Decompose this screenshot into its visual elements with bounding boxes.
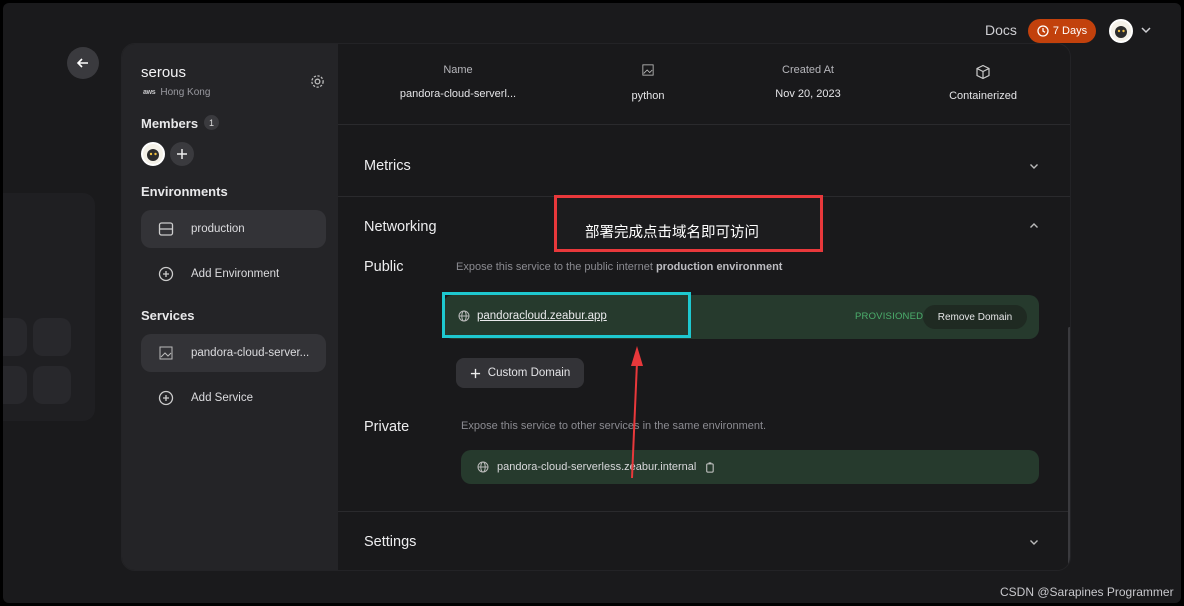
- docs-link[interactable]: Docs: [985, 22, 1017, 38]
- domain-highlight-box: [442, 292, 691, 338]
- private-hostname: pandora-cloud-serverless.zeabur.internal: [497, 461, 697, 473]
- divider: [338, 124, 1070, 125]
- chevron-down-icon[interactable]: [1028, 536, 1040, 548]
- globe-icon: [477, 461, 489, 473]
- members-count-badge: 1: [204, 115, 219, 130]
- environment-name: production environment: [655, 261, 783, 273]
- private-description: Expose this service to other services in…: [461, 420, 767, 432]
- canvas-tile: [33, 366, 71, 404]
- private-title: Private: [364, 419, 410, 435]
- custom-domain-label: Custom Domain: [487, 367, 571, 379]
- canvas-tile: [33, 318, 71, 356]
- custom-domain-button[interactable]: Custom Domain: [456, 358, 584, 388]
- service-language-info: python: [598, 64, 698, 102]
- avatar-cat-icon: [147, 149, 159, 161]
- service-item-pandora[interactable]: pandora-cloud-server...: [141, 334, 326, 372]
- service-info-row: Name pandora-cloud-serverl... python Cre…: [338, 44, 1070, 124]
- project-sidebar: serous aws Hong Kong Members 1 Environme…: [122, 44, 338, 570]
- plus-icon: [470, 368, 480, 378]
- copy-icon[interactable]: [704, 461, 715, 473]
- remove-domain-button[interactable]: Remove Domain: [923, 305, 1027, 329]
- chevron-up-icon[interactable]: [1028, 220, 1040, 232]
- server-icon: [158, 222, 174, 236]
- services-title: Services: [141, 308, 195, 323]
- project-region: aws Hong Kong: [143, 87, 210, 98]
- settings-section-header[interactable]: Settings: [364, 534, 416, 550]
- avatar-cat-icon: [1115, 26, 1127, 38]
- environments-title: Environments: [141, 184, 228, 199]
- plus-circle-icon: [158, 390, 174, 406]
- annotation-box: 部署完成点击域名即可访问: [554, 195, 823, 252]
- add-environment-button[interactable]: Add Environment: [141, 255, 326, 293]
- public-description: Expose this service to the public intern…: [456, 261, 783, 273]
- environment-item-production[interactable]: production: [141, 210, 326, 248]
- trial-badge[interactable]: 7 Days: [1028, 19, 1096, 43]
- aws-logo-icon: aws: [143, 89, 156, 96]
- region-label: Hong Kong: [160, 87, 211, 98]
- private-host-row: pandora-cloud-serverless.zeabur.internal: [461, 450, 1039, 484]
- language-value: python: [631, 90, 665, 102]
- networking-section-header[interactable]: Networking: [364, 219, 437, 235]
- trial-days: 7 Days: [1052, 25, 1088, 37]
- member-avatar[interactable]: [141, 142, 165, 166]
- clock-icon: [1037, 25, 1049, 37]
- add-member-button[interactable]: [170, 142, 194, 166]
- project-name: serous: [141, 64, 187, 81]
- created-label: Created At: [782, 64, 834, 76]
- watermark: CSDN @Sarapines Programmer: [1000, 585, 1174, 599]
- user-avatar[interactable]: [1109, 19, 1133, 43]
- domain-status-badge: PROVISIONED: [855, 311, 924, 322]
- plus-icon: [177, 149, 187, 159]
- runtime-value: Containerized: [949, 90, 1017, 102]
- add-environment-label: Add Environment: [191, 268, 280, 280]
- cube-icon: [976, 64, 990, 80]
- public-title: Public: [364, 259, 404, 275]
- environment-label: production: [191, 223, 245, 235]
- plus-circle-icon: [158, 266, 174, 282]
- annotation-text: 部署完成点击域名即可访问: [585, 225, 759, 241]
- scrollbar[interactable]: [1068, 327, 1070, 567]
- service-label: pandora-cloud-server...: [191, 347, 310, 359]
- add-service-label: Add Service: [191, 392, 254, 404]
- broken-image-icon: [159, 346, 173, 360]
- members-title: Members: [141, 116, 199, 131]
- metrics-section-header[interactable]: Metrics: [364, 158, 411, 174]
- arrow-left-icon: [76, 58, 88, 68]
- name-value: pandora-cloud-serverl...: [399, 88, 517, 100]
- created-at-info: Created At Nov 20, 2023: [748, 64, 868, 100]
- service-name-info: Name pandora-cloud-serverl...: [378, 64, 538, 100]
- chevron-down-icon[interactable]: [1028, 160, 1040, 172]
- canvas-tile: [3, 318, 27, 356]
- runtime-info: Containerized: [928, 64, 1038, 102]
- gear-icon[interactable]: [310, 74, 325, 89]
- canvas-tile: [3, 366, 27, 404]
- chevron-down-icon[interactable]: [1139, 23, 1153, 37]
- add-service-button[interactable]: Add Service: [141, 379, 326, 417]
- back-button[interactable]: [67, 47, 99, 79]
- annotation-arrow-icon: [631, 346, 643, 479]
- canvas-service-card[interactable]: [3, 193, 95, 421]
- name-label: Name: [443, 64, 473, 76]
- divider: [338, 511, 1070, 512]
- broken-image-icon: [642, 64, 654, 76]
- created-value: Nov 20, 2023: [775, 88, 841, 100]
